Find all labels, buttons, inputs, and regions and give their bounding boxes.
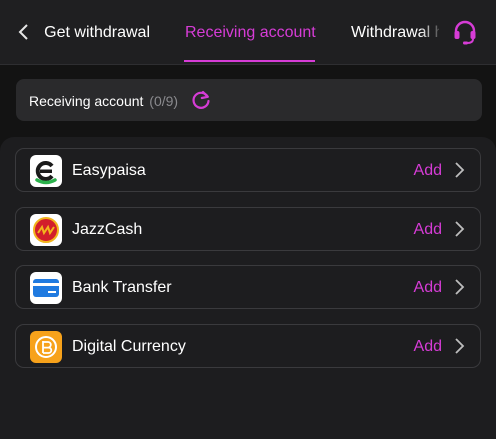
- add-link[interactable]: Add: [414, 221, 442, 239]
- add-link[interactable]: Add: [414, 279, 442, 297]
- chevron-right-icon: [455, 338, 465, 354]
- receiving-account-summary: Receiving account (0/9): [16, 79, 482, 121]
- bank-card-icon: [30, 272, 62, 304]
- active-tab-indicator: [184, 60, 315, 62]
- easypaisa-icon: [30, 155, 62, 187]
- account-row-easypaisa[interactable]: Easypaisa Add: [15, 148, 481, 192]
- tab-fade-overlay: [420, 0, 444, 63]
- account-name: Bank Transfer: [72, 279, 172, 296]
- tab-receiving-account-label: Receiving account: [185, 24, 316, 41]
- chevron-right-icon: [455, 221, 465, 237]
- tab-receiving-account[interactable]: Receiving account: [185, 24, 316, 42]
- account-row-digital-currency[interactable]: Digital Currency Add: [15, 324, 481, 368]
- customer-service-button[interactable]: [451, 18, 479, 46]
- crypto-coin-icon: [30, 331, 62, 363]
- summary-count: (0/9): [149, 93, 179, 109]
- account-name: Digital Currency: [72, 338, 186, 355]
- tab-withdrawal-label: Get withdrawal: [44, 24, 150, 41]
- add-link[interactable]: Add: [414, 162, 442, 180]
- summary-text: Receiving account (0/9): [29, 93, 178, 109]
- chevron-right-icon: [455, 162, 465, 178]
- tab-withdrawal[interactable]: Get withdrawal: [30, 24, 150, 42]
- jazzcash-icon: [30, 214, 62, 246]
- summary-label: Receiving account: [29, 93, 144, 109]
- account-row-bank-transfer[interactable]: Bank Transfer Add: [15, 265, 481, 309]
- add-link[interactable]: Add: [414, 338, 442, 356]
- account-row-jazzcash[interactable]: JazzCash Add: [15, 207, 481, 251]
- headset-icon: [454, 20, 476, 45]
- refresh-button[interactable]: [190, 89, 212, 111]
- refresh-icon: [192, 90, 210, 109]
- account-name: JazzCash: [72, 221, 143, 238]
- account-name: Easypaisa: [72, 162, 146, 179]
- top-navigation-bar: Get withdrawal Receiving account Withdra…: [0, 0, 496, 65]
- chevron-left-icon: [18, 24, 28, 40]
- chevron-right-icon: [455, 279, 465, 295]
